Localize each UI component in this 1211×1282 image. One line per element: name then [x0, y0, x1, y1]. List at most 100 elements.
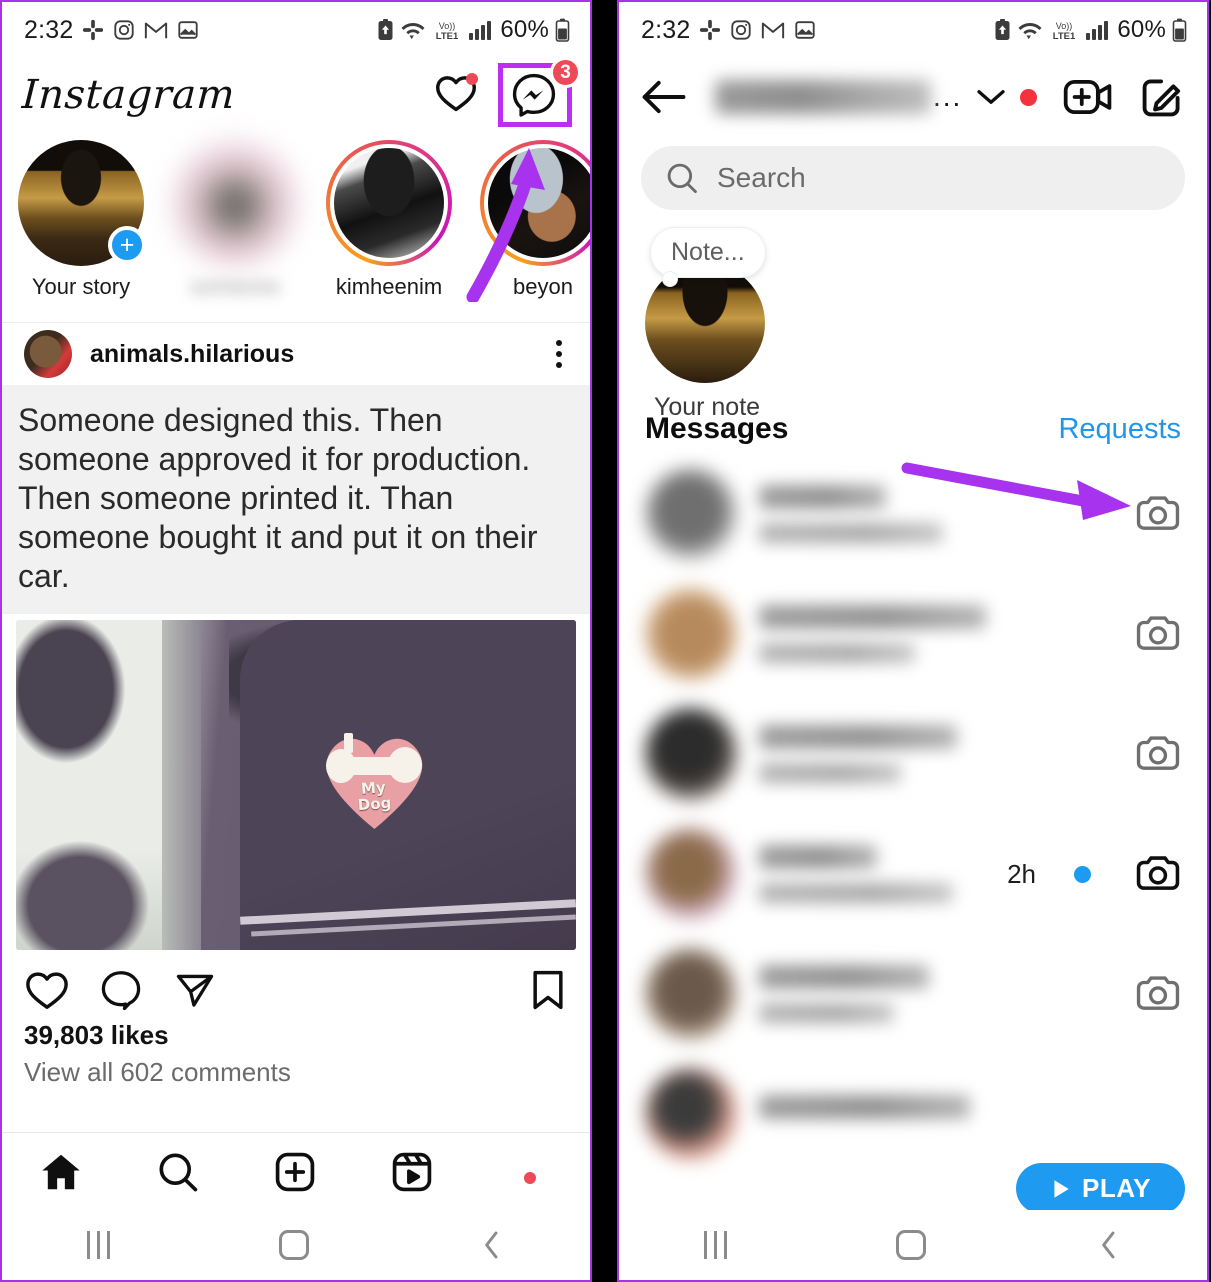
- reels-icon[interactable]: [389, 1150, 435, 1194]
- thread-avatar: [645, 948, 737, 1040]
- story-beyonce[interactable]: beyon: [478, 140, 590, 316]
- thread-name: [759, 845, 877, 869]
- like-icon[interactable]: [24, 968, 70, 1012]
- thread-row[interactable]: [619, 1054, 1207, 1174]
- status-bar-right-group: Vo)) LTE1 60%: [994, 16, 1187, 44]
- thread-text: [759, 725, 1113, 783]
- notes-tray[interactable]: Note... Your note: [619, 210, 1207, 421]
- activity-button[interactable]: [434, 72, 478, 119]
- stories-tray[interactable]: + Your story someone kimheenim beyon: [2, 132, 590, 322]
- instagram-icon: [730, 19, 752, 41]
- profile-unread-dot: [524, 1171, 537, 1184]
- thread-name: [759, 965, 929, 989]
- search-icon[interactable]: [155, 1150, 201, 1194]
- story-blurred-1[interactable]: someone: [170, 140, 300, 316]
- svg-text:LTE1: LTE1: [436, 31, 459, 42]
- story-ring: [172, 140, 298, 266]
- thread-text: [759, 485, 1113, 543]
- home-button[interactable]: [895, 1230, 926, 1260]
- camera-icon[interactable]: [1135, 734, 1181, 774]
- post-caption: Someone designed this. Then someone appr…: [2, 385, 590, 615]
- svg-text:LTE1: LTE1: [1053, 31, 1076, 42]
- status-bar-right: 2:32 Vo)) LTE1 60%: [619, 2, 1207, 58]
- camera-icon[interactable]: [1135, 854, 1181, 894]
- post-more-options-icon[interactable]: [548, 334, 570, 374]
- svg-text:Vo)): Vo)): [1056, 21, 1073, 31]
- note-label: Your note: [653, 393, 761, 421]
- play-button[interactable]: PLAY: [1016, 1163, 1185, 1214]
- camera-icon[interactable]: [1135, 974, 1181, 1014]
- instagram-top-bar: Instagram 3: [2, 57, 590, 132]
- thread-name: [759, 605, 986, 629]
- avatar: [484, 144, 590, 262]
- post-image[interactable]: My Dog: [16, 620, 576, 951]
- back-arrow-icon[interactable]: [641, 77, 687, 117]
- messenger-icon[interactable]: [511, 72, 557, 118]
- create-icon[interactable]: [272, 1150, 318, 1194]
- status-bar-right-group: Vo)) LTE1 60%: [377, 16, 570, 44]
- chevron-down-icon[interactable]: [976, 87, 1006, 107]
- story-ring: [480, 140, 590, 266]
- story-label: Your story: [31, 274, 131, 299]
- requests-link[interactable]: Requests: [1058, 413, 1181, 446]
- thread-row[interactable]: [619, 694, 1207, 814]
- avatar: [330, 144, 448, 262]
- story-label: beyon: [513, 274, 573, 299]
- video-call-add-icon[interactable]: [1063, 76, 1113, 118]
- thread-text: [759, 845, 985, 903]
- story-kimheenim[interactable]: kimheenim: [324, 140, 454, 316]
- story-your-story[interactable]: + Your story: [16, 140, 146, 316]
- bookmark-icon[interactable]: [528, 968, 568, 1012]
- thread-name: [759, 485, 887, 509]
- status-bar-left-group: 2:32: [641, 16, 816, 45]
- wifi-icon: [1017, 19, 1043, 41]
- direct-messages-button[interactable]: 3: [498, 57, 581, 127]
- thread-text: [759, 1095, 1181, 1133]
- avatar: [172, 140, 298, 266]
- panel-divider: [592, 0, 617, 1282]
- thread-row-unread[interactable]: 2h: [619, 814, 1207, 934]
- post-author-avatar[interactable]: [24, 330, 72, 378]
- thread-preview: [759, 523, 944, 543]
- back-button[interactable]: [1095, 1229, 1123, 1261]
- instagram-wordmark: Instagram: [20, 72, 237, 118]
- thread-avatar: [645, 828, 737, 920]
- post-author-name[interactable]: animals.hilarious: [90, 340, 548, 369]
- post-view-comments[interactable]: View all 602 comments: [2, 1051, 590, 1088]
- story-label: someone: [189, 274, 281, 299]
- add-story-plus-icon[interactable]: +: [108, 226, 146, 264]
- dm-account-title[interactable]: [715, 80, 931, 114]
- back-button[interactable]: [478, 1229, 506, 1261]
- account-status-dot: [1020, 88, 1037, 106]
- instagram-icon: [113, 19, 135, 41]
- battery-percent: 60%: [500, 16, 549, 43]
- thread-preview: [759, 763, 901, 783]
- share-icon[interactable]: [172, 968, 218, 1012]
- comment-icon[interactable]: [98, 968, 144, 1012]
- thread-text: [759, 605, 1113, 663]
- search-placeholder: Search: [717, 162, 806, 193]
- home-button[interactable]: [278, 1230, 309, 1260]
- recents-button[interactable]: [86, 1231, 110, 1259]
- compose-icon[interactable]: [1139, 75, 1185, 119]
- search-icon: [665, 161, 699, 195]
- thread-row[interactable]: [619, 934, 1207, 1054]
- battery-icon: [1172, 18, 1187, 42]
- battery-saver-icon: [377, 19, 394, 41]
- thread-row[interactable]: [619, 574, 1207, 694]
- thread-name: [759, 725, 958, 749]
- thread-avatar: [645, 468, 737, 560]
- signal-bars-icon: [468, 19, 494, 41]
- thread-preview: [759, 883, 954, 903]
- status-time: 2:32: [641, 15, 691, 44]
- note-bubble[interactable]: Note...: [651, 228, 765, 286]
- camera-icon[interactable]: [1135, 614, 1181, 654]
- recents-button[interactable]: [703, 1231, 727, 1259]
- instagram-header-actions: 3: [434, 57, 581, 127]
- search-input[interactable]: Search: [641, 146, 1185, 210]
- thread-row[interactable]: [619, 454, 1207, 574]
- activity-unread-dot: [466, 72, 478, 85]
- camera-icon[interactable]: [1135, 494, 1181, 534]
- photos-icon: [794, 19, 816, 41]
- home-icon[interactable]: [38, 1150, 84, 1194]
